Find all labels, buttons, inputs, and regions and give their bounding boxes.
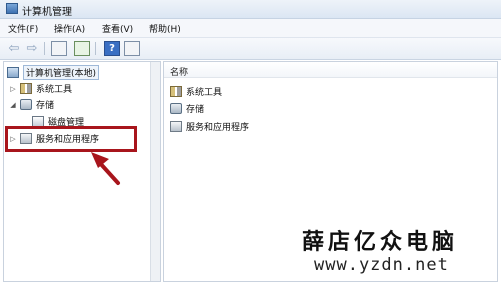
watermark-url: www.yzdn.net <box>314 255 449 275</box>
watermark-name: 薛店亿众电脑 <box>302 229 459 255</box>
